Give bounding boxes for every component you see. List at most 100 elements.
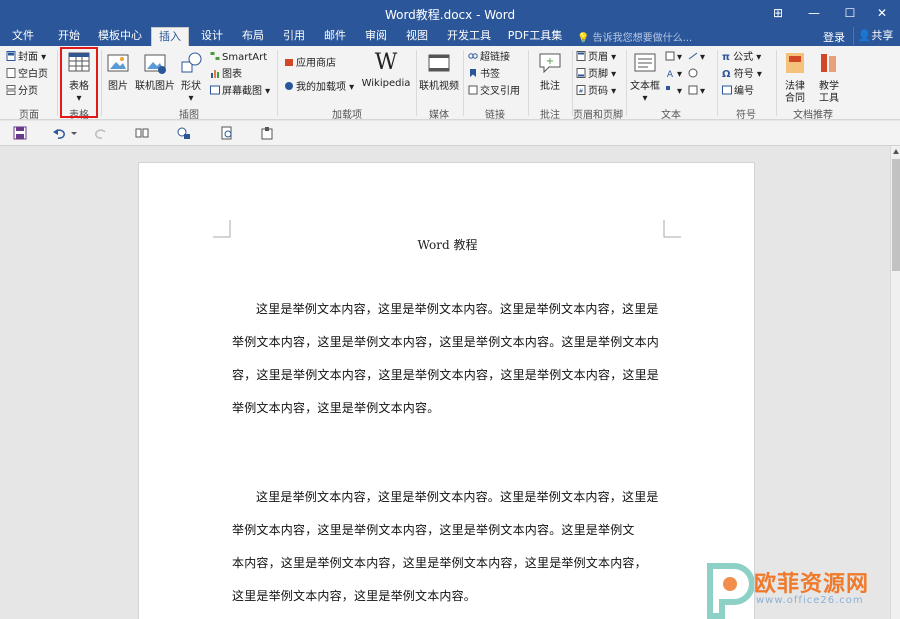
share-label: 共享 — [871, 29, 894, 42]
header-button[interactable]: 页眉 ▾ — [576, 50, 616, 66]
teaching-tools-icon — [821, 54, 836, 72]
undo-icon[interactable] — [52, 126, 66, 140]
number-button[interactable]: 编号 — [722, 84, 754, 100]
tab-view[interactable]: 视图 — [399, 27, 435, 46]
minimize-button[interactable]: — — [800, 3, 828, 23]
picture-label: 图片 — [108, 81, 128, 92]
page-break-button[interactable]: 分页 — [6, 84, 38, 100]
equation-button[interactable]: π 公式 ▾ — [722, 50, 761, 66]
paragraph-line: 举例文本内容，这里是举例文本内容。 — [232, 401, 440, 415]
quick-parts-button[interactable]: ▾ — [665, 50, 682, 66]
smartart-button[interactable]: SmartArt — [210, 50, 267, 66]
tab-design[interactable]: 设计 — [194, 27, 230, 46]
screenshot-button[interactable]: 屏幕截图 ▾ — [210, 84, 270, 100]
tab-insert[interactable]: 插入 — [151, 27, 189, 46]
cross-reference-button[interactable]: 交叉引用 — [468, 84, 520, 100]
wordart-button[interactable]: A ▾ — [665, 67, 682, 83]
group-label-pages: 页面 — [19, 110, 39, 121]
page-number-button[interactable]: # 页码 ▾ — [576, 84, 616, 100]
ribbon-display-options-button[interactable]: ⊞ — [764, 3, 792, 23]
wikipedia-label: Wikipedia — [361, 78, 411, 89]
comment-icon: + — [539, 53, 561, 74]
drop-cap-button[interactable]: ▾ — [665, 84, 682, 100]
scrollbar-thumb[interactable] — [892, 159, 900, 271]
law-contract-label: 法律合同 — [785, 81, 805, 104]
smartart-icon — [210, 52, 220, 60]
tell-me-search[interactable]: 💡 告诉我您想要做什么... — [577, 29, 692, 44]
pi-icon: π — [722, 52, 730, 63]
group-label-header-footer: 页眉和页脚 — [573, 110, 623, 121]
separator — [277, 50, 278, 116]
footer-button[interactable]: 页脚 ▾ — [576, 67, 616, 83]
document-title: Word 教程 — [417, 238, 478, 252]
picture-icon — [107, 54, 129, 72]
watermark-logo-icon — [707, 563, 754, 619]
chart-button[interactable]: 图表 — [210, 67, 242, 83]
shapes-button[interactable]: 形状 ▾ — [178, 50, 204, 105]
share-button[interactable]: 👤共享 — [853, 27, 897, 45]
document-page[interactable]: Word 教程 这里是举例文本内容，这里是举例文本内容。这里是举例文本内容，这里… — [138, 162, 755, 619]
screenshot-label: 屏幕截图 — [222, 86, 262, 97]
smartart-label: SmartArt — [222, 52, 268, 63]
law-contract-button[interactable]: 法律合同 — [780, 50, 810, 105]
tab-pdf-tools[interactable]: PDF工具集 — [503, 27, 567, 46]
chart-label: 图表 — [222, 69, 242, 80]
tab-file[interactable]: 文件 — [4, 27, 42, 46]
cross-reference-icon — [468, 85, 478, 95]
teaching-tools-button[interactable]: 教学工具 — [814, 50, 844, 105]
group-label-links: 链接 — [485, 110, 505, 121]
separator — [57, 50, 58, 116]
paragraph-line: 这里是举例文本内容，这里是举例文本内容。 — [232, 589, 477, 603]
date-time-button[interactable] — [688, 67, 700, 83]
paragraph-line: 容，这里是举例文本内容，这里是举例文本内容，这里是举例文本内容，这里是 — [232, 368, 660, 382]
online-video-icon — [428, 54, 450, 72]
blank-page-button[interactable]: 空白页 — [6, 67, 48, 83]
maximize-button[interactable]: ☐ — [836, 3, 864, 23]
document-area: Word 教程 这里是举例文本内容，这里是举例文本内容。这里是举例文本内容，这里… — [0, 146, 890, 619]
blank-page-icon — [6, 68, 16, 78]
tab-review[interactable]: 审阅 — [358, 27, 394, 46]
law-contract-icon — [786, 53, 804, 73]
hyperlink-button[interactable]: 超链接 — [468, 50, 510, 66]
tab-home[interactable]: 开始 — [50, 27, 88, 46]
comment-label: 批注 — [540, 81, 560, 92]
cover-page-button[interactable]: 封面 ▾ — [6, 50, 46, 66]
scroll-up-arrow-icon[interactable] — [892, 148, 900, 156]
wikipedia-button[interactable]: W Wikipedia — [361, 50, 411, 90]
signature-line-button[interactable]: ▾ — [688, 50, 705, 66]
symbol-button[interactable]: Ω 符号 ▾ — [722, 67, 762, 83]
tab-mailings[interactable]: 邮件 — [317, 27, 353, 46]
tab-layout[interactable]: 布局 — [235, 27, 271, 46]
online-video-button[interactable]: 联机视频 — [418, 50, 460, 93]
vertical-scrollbar[interactable] — [890, 146, 900, 619]
comment-button[interactable]: + 批注 — [534, 50, 566, 93]
online-picture-icon — [144, 54, 166, 74]
close-button[interactable]: ✕ — [868, 3, 896, 23]
wordart-icon: A — [667, 70, 674, 78]
online-picture-button[interactable]: 联机图片 — [134, 50, 176, 93]
object-button[interactable]: ▾ — [688, 84, 705, 100]
bookmark-button[interactable]: 书签 — [468, 67, 500, 83]
print-preview-icon[interactable] — [220, 126, 234, 140]
attach-icon[interactable] — [260, 126, 274, 140]
tab-template-center[interactable]: 模板中心 — [94, 27, 146, 46]
my-addins-button[interactable]: 我的加载项 ▾ — [284, 80, 354, 96]
undo-dropdown-icon[interactable] — [70, 126, 78, 140]
touch-mode-icon[interactable] — [177, 126, 191, 140]
paragraph-2: 这里是举例文本内容，这里是举例文本内容。这里是举例文本内容，这里是 举例文本内容… — [232, 481, 664, 613]
tab-developer[interactable]: 开发工具 — [440, 27, 498, 46]
textbox-button[interactable]: 文本框 ▾ — [629, 50, 661, 105]
link-icon — [468, 53, 478, 59]
watermark-name: 欧菲资源网 — [754, 572, 870, 597]
store-button[interactable]: 应用商店 — [284, 56, 336, 72]
title-bar: Word教程.docx - Word ⊞ — ☐ ✕ — [0, 0, 900, 27]
picture-button[interactable]: 图片 — [104, 50, 132, 93]
group-label-comments: 批注 — [540, 110, 560, 121]
redo-icon[interactable] — [94, 126, 108, 140]
cross-reference-label: 交叉引用 — [480, 86, 520, 97]
save-icon[interactable] — [13, 126, 27, 140]
sign-in-link[interactable]: 登录 — [823, 29, 845, 45]
textbox-icon — [634, 53, 656, 72]
read-mode-icon[interactable] — [135, 126, 149, 140]
tab-references[interactable]: 引用 — [276, 27, 312, 46]
